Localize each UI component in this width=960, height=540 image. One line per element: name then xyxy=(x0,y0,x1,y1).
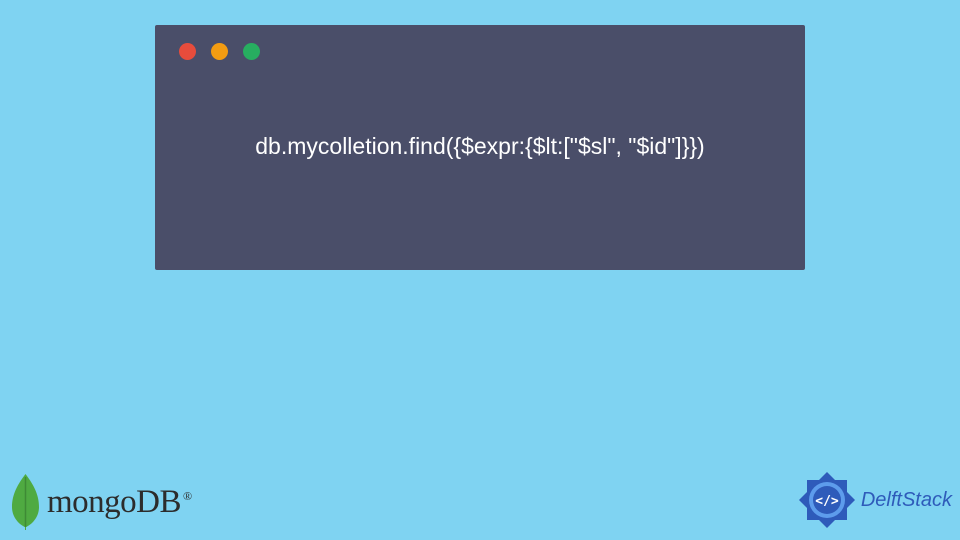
svg-text:</>: </> xyxy=(815,494,839,509)
mongodb-leaf-icon xyxy=(8,472,43,532)
mongodb-name: mongoDB xyxy=(47,484,181,520)
mongodb-logo: mongoDB® xyxy=(8,472,192,532)
delftstack-text: DelftStack xyxy=(861,489,952,512)
minimize-icon xyxy=(211,43,228,60)
code-window: db.mycolletion.find({$expr:{$lt:["$sl", … xyxy=(155,25,805,270)
code-content: db.mycolletion.find({$expr:{$lt:["$sl", … xyxy=(155,78,805,160)
close-icon xyxy=(179,43,196,60)
delftstack-emblem-icon: </> xyxy=(797,470,857,530)
maximize-icon xyxy=(243,43,260,60)
registered-symbol: ® xyxy=(183,489,192,503)
mongodb-text: mongoDB® xyxy=(47,484,192,521)
delftstack-logo: </> DelftStack xyxy=(797,470,952,530)
window-controls xyxy=(155,25,805,78)
